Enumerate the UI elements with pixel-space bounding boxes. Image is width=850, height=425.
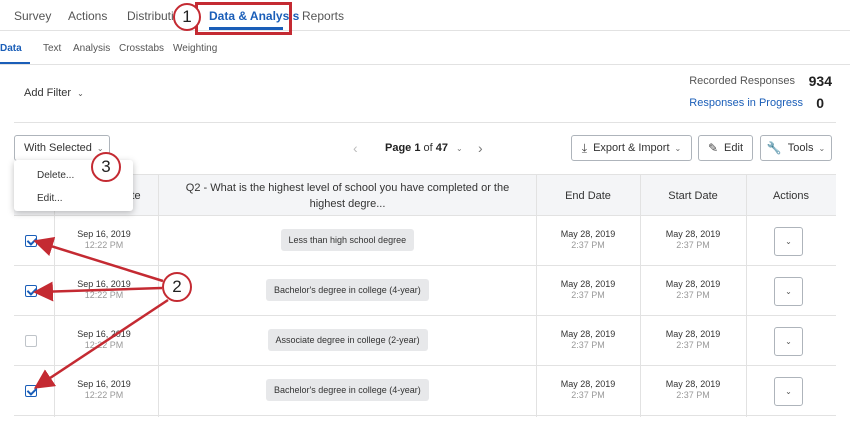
arrow-to-row-2 (33, 281, 163, 302)
callout-1: 1 (173, 3, 201, 31)
callout-3: 3 (91, 152, 121, 182)
callout-2: 2 (162, 272, 192, 302)
arrow-to-row-4 (33, 298, 169, 389)
arrow-to-row-1 (33, 236, 164, 283)
callout-arrows (33, 236, 169, 389)
callout-highlight-box (195, 2, 292, 35)
